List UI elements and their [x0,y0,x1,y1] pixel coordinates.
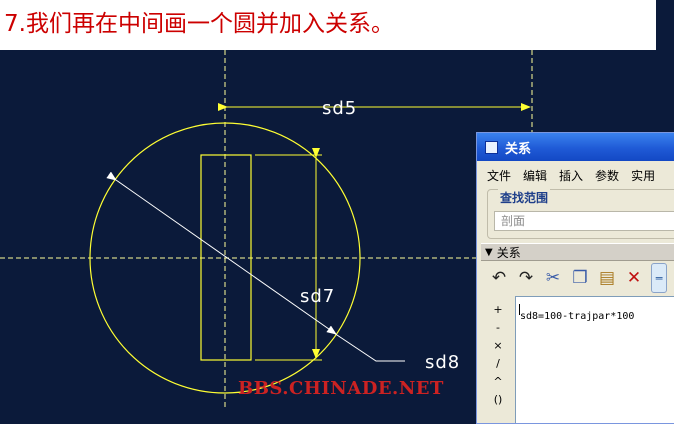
relations-editor[interactable]: sd8=100-trajpar*100 [515,296,674,423]
site-watermark: BBS.CHINADE.NET [238,378,444,399]
relations-editor-text[interactable]: sd8=100-trajpar*100 [518,304,634,322]
operator-plus-button[interactable]: + [491,301,505,319]
relations-dialog[interactable]: 关系 文件 编辑 插入 参数 实用 查找范围 剖面 ▼ 关系 ↶ ↷ ✂ ❐ ▤… [476,132,674,424]
dialog-menubar: 文件 编辑 插入 参数 实用 [477,164,674,186]
operator-multiply-button[interactable]: × [491,337,505,355]
lookup-group: 查找范围 剖面 [487,189,674,239]
copy-icon[interactable]: ❐ [568,266,592,290]
redo-icon[interactable]: ↷ [514,266,538,290]
sd8-dimension-label[interactable]: sd8 [425,352,460,373]
lookup-label: 查找范围 [498,189,551,206]
relations-section-label: 关系 [496,245,521,260]
dialog-title: 关系 [505,141,532,157]
relations-section-header[interactable]: ▼ 关系 [481,243,674,261]
undo-icon[interactable]: ↶ [487,266,511,290]
sd8-dimension-line[interactable] [106,171,337,335]
sd5-dimension-label[interactable]: sd5 [322,98,357,119]
collapse-triangle-icon[interactable]: ▼ [485,247,493,258]
cut-icon[interactable]: ✂ [541,266,565,290]
menu-utilities[interactable]: 实用 [631,167,655,184]
relations-toolbar: ↶ ↷ ✂ ❐ ▤ ✕ ═ [487,263,670,293]
operator-power-button[interactable]: ^ [491,373,505,391]
evaluate-icon[interactable]: ═ [651,263,667,293]
sd8-leader-line [333,332,405,362]
operator-column: + - × / ^ () [491,301,505,409]
menu-file[interactable]: 文件 [487,167,511,184]
lookup-select[interactable]: 剖面 [494,211,674,231]
menu-parameters[interactable]: 参数 [595,167,619,184]
menu-edit[interactable]: 编辑 [523,167,547,184]
sd7-dimension-label[interactable]: sd7 [300,286,335,307]
dialog-titlebar[interactable]: 关系 [477,133,674,161]
window-icon [485,140,498,154]
paste-icon[interactable]: ▤ [595,266,619,290]
operator-divide-button[interactable]: / [491,355,505,373]
relation-line: sd8=100-trajpar*100 [520,311,635,322]
delete-icon[interactable]: ✕ [622,266,646,290]
menu-insert[interactable]: 插入 [559,167,583,184]
operator-parentheses-button[interactable]: () [491,391,505,409]
operator-minus-button[interactable]: - [491,319,505,337]
text-caret [519,304,520,315]
